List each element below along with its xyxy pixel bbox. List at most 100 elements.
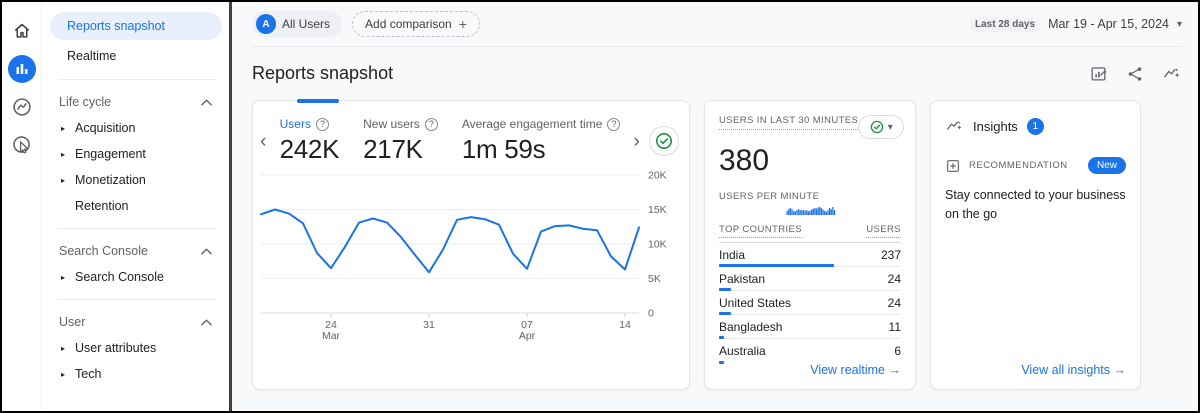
reports-icon[interactable] [6,50,38,88]
country-name: Australia [719,344,766,358]
svg-text:15K: 15K [648,204,667,216]
customize-report-icon[interactable] [1089,64,1108,83]
audience-avatar: A [256,14,276,34]
sidebar-item-reports-snapshot[interactable]: Reports snapshot [50,12,222,40]
svg-text:Mar: Mar [322,330,341,342]
sidebar-item-user-attributes[interactable]: ▸ User attributes [42,335,232,361]
date-preset-badge: Last 28 days [970,17,1040,32]
app-window: Reports snapshot Realtime Life cycle ▸ Acq… [0,0,1200,413]
expand-arrow-icon[interactable]: ▸ [58,150,68,159]
sidebar-item-label: Retention [75,199,129,213]
expand-arrow-icon[interactable]: ▸ [58,370,68,379]
sidebar-item-acquisition[interactable]: ▸ Acquisition [42,115,232,141]
share-icon[interactable] [1126,65,1144,83]
sidebar-item-realtime[interactable]: Realtime [50,42,222,70]
users-line-chart: 20K15K10K5K024Mar3107Apr14 [253,165,689,345]
advertising-icon[interactable] [6,126,38,164]
overview-card: ‹ Users ? 242K New users ? 217K [252,100,690,390]
page-header: Reports snapshot [252,47,1182,100]
svg-text:Apr: Apr [519,330,536,342]
selected-metric-indicator [297,99,339,103]
sidebar-item-retention[interactable]: Retention [42,193,232,219]
add-comparison-label: Add comparison [365,17,452,31]
comparison-topbar: A All Users Add comparison + Last 28 day… [252,2,1182,47]
sidebar-item-label: Realtime [67,49,116,63]
insights-title: Insights [973,119,1018,134]
help-icon[interactable]: ? [607,118,620,131]
add-comparison-button[interactable]: Add comparison + [352,11,480,37]
sidebar-divider [58,228,216,229]
cards-row: ‹ Users ? 242K New users ? 217K [252,100,1182,390]
date-range-picker[interactable]: Last 28 days Mar 19 - Apr 15, 2024 ▾ [970,17,1182,32]
country-users: 24 [888,296,901,310]
view-realtime-link[interactable]: View realtime → [719,363,901,377]
expand-arrow-icon[interactable]: ▸ [58,176,68,185]
realtime-status-dropdown[interactable]: ▾ [858,115,904,139]
country-users: 6 [894,344,901,358]
all-users-chip[interactable]: A All Users [252,11,342,37]
realtime-card: USERS IN LAST 30 MINUTES ▾ 380 USERS PER… [704,100,916,390]
data-quality-check-button[interactable] [649,126,679,156]
dropdown-caret-icon: ▾ [1177,19,1182,30]
help-icon[interactable]: ? [316,118,329,131]
section-label: Search Console [59,244,148,258]
chevron-left-icon[interactable]: ‹ [259,132,268,151]
sidebar-item-label: Monetization [75,173,146,187]
expand-arrow-icon[interactable]: ▸ [58,344,68,353]
sidebar-section-life-cycle[interactable]: Life cycle [42,89,232,115]
sidebar-item-label: Search Console [75,270,164,284]
nav-rail [2,2,42,411]
svg-text:20K: 20K [648,170,667,182]
comparison-chips: A All Users Add comparison + [252,11,480,37]
section-label: Life cycle [59,95,111,109]
plus-icon: + [459,17,467,31]
sidebar-divider [58,299,216,300]
section-label: User [59,315,85,329]
metric-value: 1m 59s [462,134,621,165]
insights-sparkle-icon[interactable] [1162,64,1182,83]
country-users: 237 [881,248,901,262]
recommendation-message[interactable]: Stay connected to your business on the g… [945,186,1126,224]
help-icon[interactable]: ? [425,118,438,131]
countries-table: India237Pakistan24United States24Banglad… [719,243,901,363]
sidebar-item-label: Tech [75,367,101,381]
sidebar-section-user[interactable]: User [42,309,232,335]
sidebar-scrollbar[interactable] [229,2,232,411]
chevron-up-icon [201,319,212,326]
metric-users[interactable]: Users ? 242K [280,117,340,165]
sidebar-item-tech[interactable]: ▸ Tech [42,361,232,387]
metric-avg-engagement-time[interactable]: Average engagement time ? 1m 59s [462,117,621,165]
country-users: 11 [889,320,901,334]
sidebar-section-search-console[interactable]: Search Console [42,238,232,264]
sidebar-item-engagement[interactable]: ▸Engagement [42,141,232,167]
expand-arrow-icon[interactable]: ▸ [58,273,68,282]
svg-text:0: 0 [648,308,654,320]
countries-col-header[interactable]: TOP COUNTRIES [719,224,802,238]
chevron-right-icon[interactable]: › [632,132,641,151]
country-name: Bangladesh [719,320,782,334]
metric-value: 242K [280,134,340,165]
svg-text:5K: 5K [648,273,661,285]
insights-sparkle-icon [945,117,964,135]
chevron-up-icon [201,248,212,255]
insights-card: Insights 1 RECOMMENDATION New Stay conne… [930,100,1141,390]
metric-new-users[interactable]: New users ? 217K [363,117,438,165]
sidebar-item-search-console[interactable]: ▸ Search Console [42,264,232,290]
users-col-header[interactable]: USERS [866,224,901,238]
users-per-minute-chart [719,207,903,215]
metric-label: Users [280,117,311,131]
arrow-right-icon: → [889,363,902,377]
sidebar-item-label: Acquisition [75,121,135,135]
sidebar-item-monetization[interactable]: ▸ Monetization [42,167,232,193]
explore-icon[interactable] [6,88,38,126]
view-all-insights-link[interactable]: View all insights → [945,363,1126,377]
recommendation-icon [945,158,961,174]
metric-value: 217K [363,134,438,165]
arrow-right-icon: → [1114,363,1127,377]
page-title: Reports snapshot [252,63,393,84]
country-row: United States24 [719,291,901,315]
sidebar-item-label: User attributes [75,341,156,355]
expand-arrow-icon[interactable]: ▸ [58,124,68,133]
reports-selected-circle [8,55,36,83]
home-icon[interactable] [6,12,38,50]
